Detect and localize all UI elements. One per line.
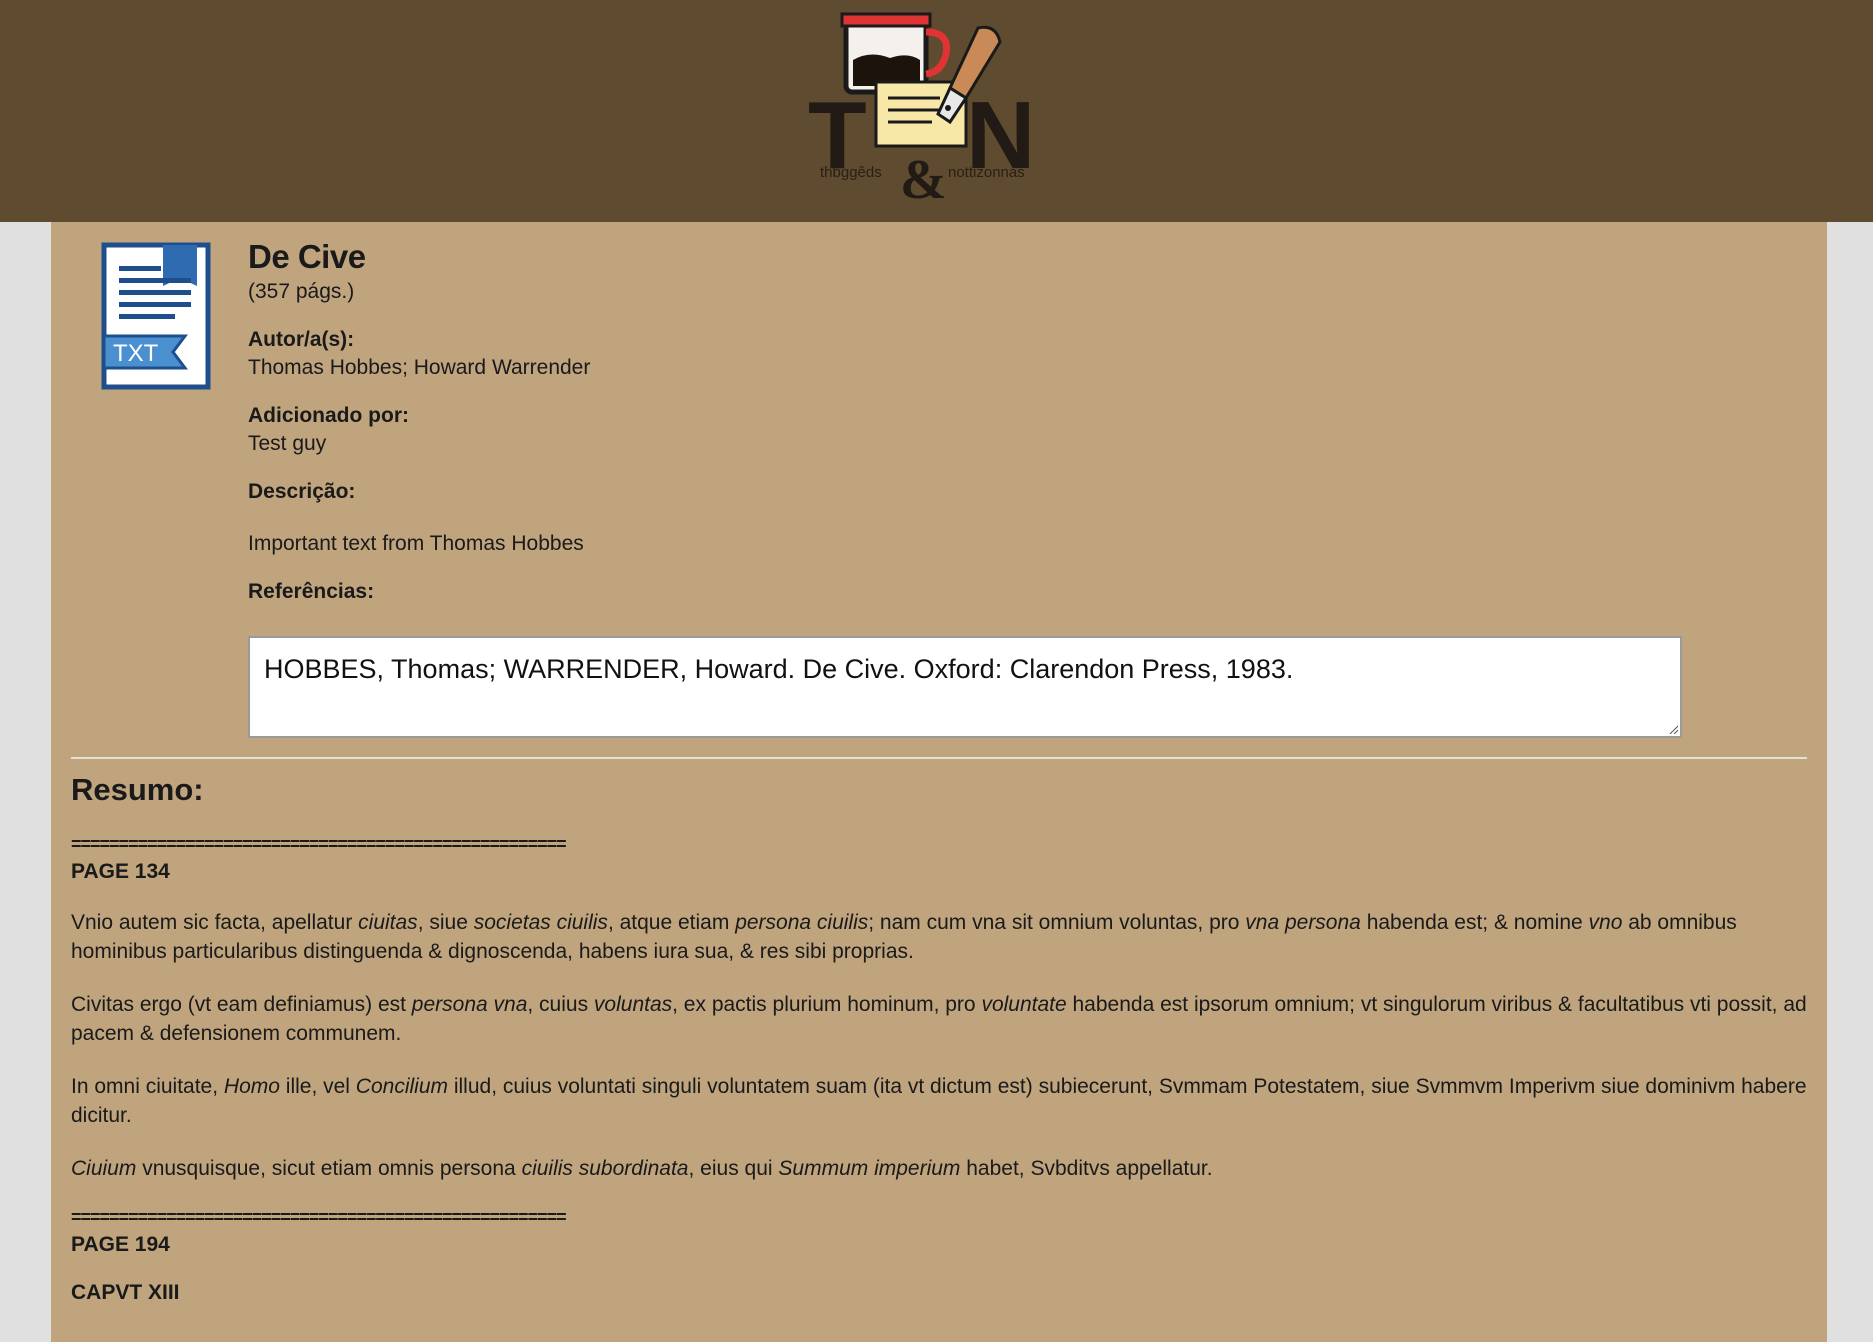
resize-grip-icon[interactable] — [1668, 724, 1678, 734]
separator-line: ========================================… — [71, 834, 567, 854]
italic-term: voluntate — [981, 993, 1067, 1016]
author-value: Thomas Hobbes; Howard Warrender — [248, 356, 591, 379]
summary-paragraph: Ciuium vnusquisque, sicut etiam omnis pe… — [71, 1157, 1213, 1180]
italic-term: Summum imperium — [778, 1157, 961, 1180]
references-label: Referências: — [248, 580, 375, 603]
separator-line: ========================================… — [71, 1207, 567, 1227]
file-type-label: TXT — [113, 340, 159, 367]
summary-paragraph: In omni ciuitate, Homo ille, vel Concili… — [71, 1075, 1807, 1127]
italic-term: societas ciuilis — [473, 911, 608, 934]
main-content: TXT De Cive (357 págs.) Autor/a(s): Thom… — [51, 222, 1827, 1342]
italic-term: voluntas — [593, 993, 673, 1016]
document-title: De Cive — [248, 238, 366, 275]
references-text: HOBBES, Thomas; WARRENDER, Howard. De Ci… — [264, 654, 1294, 684]
summary-paragraph: Civitas ergo (vt eam definiamus) est per… — [71, 993, 1807, 1045]
italic-term: vno — [1588, 911, 1623, 934]
summary-heading: Resumo: — [71, 772, 204, 807]
summary-paragraph: Vnio autem sic facta, apellatur ciuitas,… — [71, 911, 1737, 963]
site-header: T N & thbggêds nottizonnas — [0, 0, 1873, 222]
page-count: (357 págs.) — [248, 280, 355, 303]
added-by-label: Adicionado por: — [248, 404, 409, 427]
summary-section: Resumo: ================================… — [71, 772, 1807, 1329]
italic-term: Ciuium — [71, 1157, 137, 1180]
logo-left-word: thbggêds — [820, 164, 882, 181]
page-marker: PAGE 134 — [71, 860, 170, 883]
italic-term: ciuilis subordinata — [521, 1157, 689, 1180]
txt-file-icon[interactable]: TXT — [101, 242, 213, 392]
document-info: De Cive (357 págs.) Autor/a(s): Thomas H… — [248, 238, 1748, 604]
italic-term: ciuitas — [358, 911, 418, 934]
description-value: Important text from Thomas Hobbes — [248, 532, 584, 555]
coffee-mug-icon — [840, 12, 951, 95]
italic-term: Homo — [223, 1075, 280, 1098]
added-by-value: Test guy — [248, 432, 327, 455]
section-divider — [71, 757, 1807, 759]
references-textarea[interactable]: HOBBES, Thomas; WARRENDER, Howard. De Ci… — [248, 636, 1682, 738]
italic-term: persona vna — [411, 993, 528, 1016]
description-label: Descrição: — [248, 480, 356, 503]
author-label: Autor/a(s): — [248, 328, 355, 351]
page-marker: PAGE 194 — [71, 1233, 170, 1256]
logo-ampersand: & — [900, 149, 947, 210]
chapter-heading: CAPVT XIII — [71, 1281, 180, 1304]
logo-right-word: nottizonnas — [948, 164, 1025, 181]
italic-term: persona ciuilis — [735, 911, 869, 934]
italic-term: vna persona — [1245, 911, 1361, 934]
italic-term: Concilium — [355, 1075, 448, 1098]
